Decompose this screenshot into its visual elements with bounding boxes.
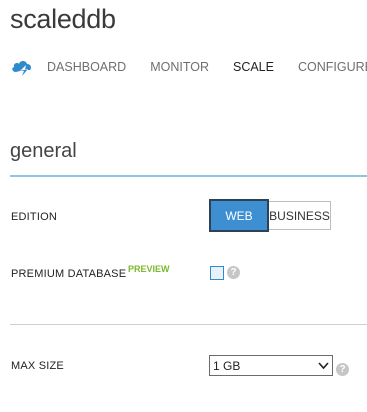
divider bbox=[10, 324, 367, 325]
tab-configure[interactable]: CONFIGURE bbox=[298, 60, 367, 74]
max-size-value: 1 GB bbox=[213, 358, 241, 373]
edition-web-button[interactable]: WEB bbox=[209, 199, 269, 232]
cloud-database-icon bbox=[12, 61, 31, 76]
tab-scale[interactable]: SCALE bbox=[233, 60, 274, 74]
edition-business-button[interactable]: BUSINESS bbox=[269, 201, 331, 230]
section-underline bbox=[10, 175, 367, 177]
chevron-down-icon bbox=[318, 362, 329, 370]
question-icon[interactable]: ? bbox=[227, 266, 240, 279]
preview-badge: PREVIEW bbox=[128, 264, 170, 274]
max-size-label: MAX SIZE bbox=[11, 360, 64, 372]
edition-toggle: WEB BUSINESS bbox=[209, 199, 331, 232]
tab-monitor[interactable]: MONITOR bbox=[150, 60, 209, 74]
edition-label: EDITION bbox=[11, 211, 58, 223]
question-icon[interactable]: ? bbox=[336, 363, 349, 376]
tab-bar: DASHBOARD MONITOR SCALE CONFIGURE bbox=[10, 57, 367, 77]
section-title: general bbox=[10, 140, 77, 162]
premium-database-checkbox[interactable] bbox=[210, 266, 224, 280]
tab-dashboard[interactable]: DASHBOARD bbox=[47, 60, 126, 74]
page-title: scaleddb bbox=[10, 4, 116, 34]
premium-database-label: PREMIUM DATABASE bbox=[11, 268, 127, 280]
max-size-select[interactable]: 1 GB bbox=[209, 355, 333, 376]
